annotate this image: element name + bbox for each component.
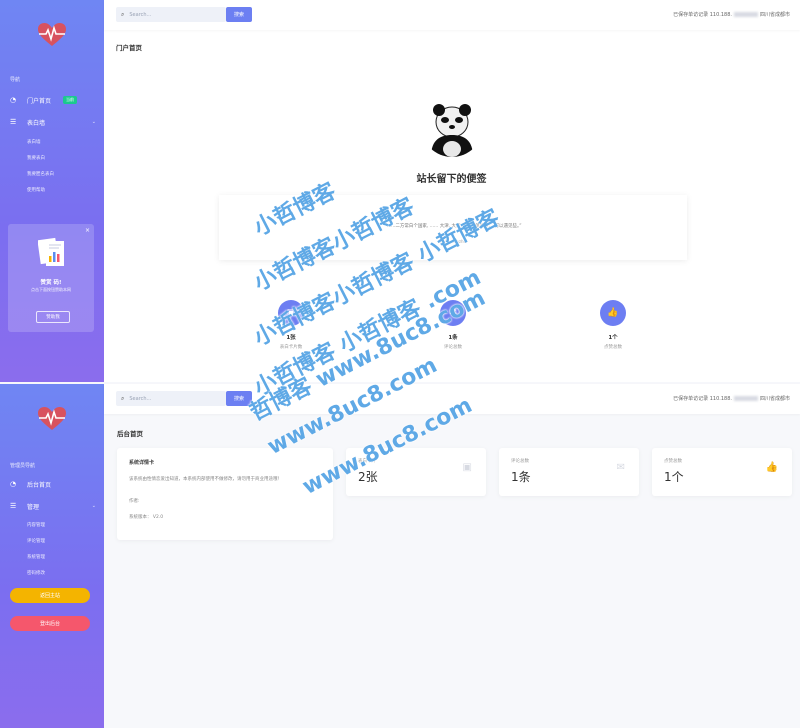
stat-card-comments: 评论总数 1条 ✉ xyxy=(499,448,639,496)
close-icon[interactable]: × xyxy=(85,227,90,234)
admin-sidebar: 管理员导航 ◔ 后台首页 ☰ 管理 ⌄ 内容管理 评论管理 系统管理 密码修改 … xyxy=(0,384,104,728)
sub-item-system[interactable]: 系统管理 xyxy=(27,554,45,560)
stat-card-value: 1个 xyxy=(664,470,684,484)
search-button[interactable]: 搜索 xyxy=(226,7,252,22)
stat-card-value: 1条 xyxy=(511,470,531,484)
panda-avatar xyxy=(421,95,483,157)
dashboard-icon: ◔ xyxy=(10,480,17,488)
sponsor-subtitle: 点击下面按钮赞助本网 xyxy=(31,287,71,292)
blurred-ip xyxy=(733,396,758,401)
nav-item-confession-wall[interactable]: ☰ 表白墙 ⌄ xyxy=(10,115,96,129)
logout-button[interactable]: 登出后台 xyxy=(10,616,90,631)
list-icon: ☰ xyxy=(10,118,17,126)
sub-item-content[interactable]: 内容管理 xyxy=(27,522,45,528)
stat-value-likes: 1个 xyxy=(608,335,618,341)
sponsor-card: × 赞赏 码! 点击下面按钮赞助本网 赞助我 xyxy=(8,224,94,332)
sidebar: 导航 ◔ 门户首页 当前 ☰ 表白墙 ⌄ 表白墙 我要表白 我要匿名表白 使用帮… xyxy=(0,0,104,382)
dashboard-icon: ◔ xyxy=(10,96,17,104)
nav-item-manage[interactable]: ☰ 管理 ⌄ xyxy=(10,499,96,513)
stat-label-comments: 评论总数 xyxy=(444,345,462,350)
top-header: ⌕ Search... 搜索 已保存单访记录 110.188. 四川省成都市 xyxy=(104,0,800,30)
stat-card-label: 评论总数 xyxy=(511,459,529,464)
sub-item-help[interactable]: 使用帮助 xyxy=(27,187,45,193)
search-placeholder: Search... xyxy=(129,11,152,18)
nav-heading: 导航 xyxy=(10,77,21,83)
system-info-title: 系统详情卡 xyxy=(129,460,155,466)
nav-item-label: 管理 xyxy=(27,503,40,511)
nav-item-admin-home[interactable]: ◔ 后台首页 xyxy=(10,477,96,491)
sub-item-password[interactable]: 密码修改 xyxy=(27,570,45,576)
nav-item-label: 门户首页 xyxy=(27,97,52,105)
sponsor-button[interactable]: 赞助我 xyxy=(36,311,70,323)
image-icon: ▣ xyxy=(462,462,472,473)
back-to-site-button[interactable]: 返回主站 xyxy=(10,588,90,603)
thumbs-up-icon: 👍 xyxy=(600,300,626,326)
search-placeholder: Search... xyxy=(129,395,152,402)
system-info-text: 该系统由性情恋爱出知道，本系统内部使用不做修改，请勿用于商业用途哦！ xyxy=(129,477,282,482)
notice-title: 站长留下的便签 xyxy=(416,174,487,185)
sponsor-title: 赞赏 码! xyxy=(40,280,62,286)
visitor-ip-info: 已保存单访记录 110.188. 四川省成都市 xyxy=(673,396,790,402)
system-info-card: 系统详情卡 该系统由性情恋爱出知道，本系统内部使用不做修改，请勿用于商业用途哦！… xyxy=(117,448,333,540)
stat-card-label: 点赞总数 xyxy=(664,459,682,464)
search-icon: ⌕ xyxy=(121,10,125,18)
admin-page-title: 后台首页 xyxy=(117,430,143,438)
stat-label-likes: 点赞总数 xyxy=(604,345,622,350)
heart-logo-icon xyxy=(38,23,66,46)
chevron-down-icon: ⌄ xyxy=(91,119,96,125)
visitor-ip-info: 已保存单访记录 110.188. 四川省成都市 xyxy=(673,12,790,18)
search-icon: ⌕ xyxy=(121,394,125,402)
page-title: 门户首页 xyxy=(116,44,142,52)
search-input[interactable]: ⌕ Search... xyxy=(116,391,226,406)
chevron-down-icon: ⌄ xyxy=(91,503,96,509)
nav-item-portal-home[interactable]: ◔ 门户首页 当前 xyxy=(10,93,96,107)
sub-item-confess[interactable]: 我要表白 xyxy=(27,155,45,161)
nav-item-label: 表白墙 xyxy=(27,119,46,127)
thumbs-up-icon: 👍 xyxy=(765,462,778,473)
blurred-ip xyxy=(733,12,758,17)
sub-item-comments[interactable]: 评论管理 xyxy=(27,538,45,544)
sub-item-wall[interactable]: 表白墙 xyxy=(27,139,41,145)
system-info-author: 作者: xyxy=(129,499,140,504)
nav-item-label: 后台首页 xyxy=(27,481,52,489)
list-icon: ☰ xyxy=(10,502,17,510)
search-input[interactable]: ⌕ Search... xyxy=(116,7,226,22)
current-badge: 当前 xyxy=(63,96,78,104)
admin-nav-heading: 管理员导航 xyxy=(10,463,36,469)
stat-card-likes: 点赞总数 1个 👍 xyxy=(652,448,792,496)
system-info-version: 系统版本： V2.0 xyxy=(129,515,164,520)
heart-logo-icon xyxy=(38,407,66,430)
document-chart-icon xyxy=(38,237,64,266)
comment-icon: ✉ xyxy=(616,462,625,473)
